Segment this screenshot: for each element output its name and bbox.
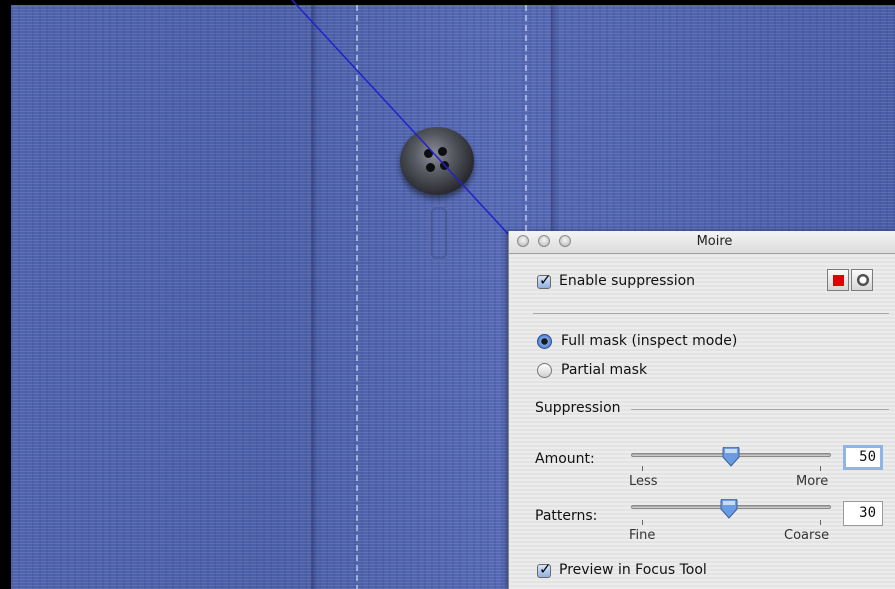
patterns-coarse-label: Coarse bbox=[784, 528, 830, 543]
suppression-group-label: Suppression bbox=[535, 400, 621, 416]
patterns-slider-thumb[interactable] bbox=[720, 499, 738, 519]
moire-palette: Moire ✓ Enable suppression Full mask (in… bbox=[508, 231, 895, 589]
circle-mask-icon bbox=[857, 274, 869, 286]
amount-field[interactable]: 50 bbox=[843, 445, 883, 470]
patterns-field[interactable]: 30 bbox=[843, 501, 883, 526]
group-divider bbox=[631, 409, 889, 410]
patterns-label: Patterns: bbox=[535, 508, 598, 524]
placket-seam-left bbox=[356, 5, 358, 589]
preview-checkbox[interactable]: ✓ bbox=[537, 560, 552, 578]
amount-label: Amount: bbox=[535, 451, 595, 467]
partial-mask-radio[interactable] bbox=[537, 363, 552, 378]
partial-mask-label: Partial mask bbox=[561, 362, 648, 378]
amount-tick-min bbox=[642, 466, 643, 471]
red-mask-button[interactable] bbox=[827, 269, 849, 291]
enable-suppression-checkbox[interactable]: ✓ bbox=[537, 271, 552, 289]
red-square-icon bbox=[833, 275, 844, 286]
amount-more-label: More bbox=[796, 474, 829, 489]
patterns-tick-min bbox=[642, 520, 643, 525]
patterns-fine-label: Fine bbox=[629, 528, 656, 543]
amount-slider-thumb[interactable] bbox=[722, 447, 740, 467]
full-mask-label: Full mask (inspect mode) bbox=[561, 333, 738, 349]
checkmark-icon: ✓ bbox=[539, 271, 552, 289]
buttonhole bbox=[429, 205, 449, 261]
circle-mask-button[interactable] bbox=[851, 269, 873, 291]
divider bbox=[533, 313, 889, 314]
placket-shadow bbox=[311, 5, 319, 589]
checkmark-icon: ✓ bbox=[539, 560, 552, 578]
amount-less-label: Less bbox=[629, 474, 658, 489]
amount-tick-max bbox=[820, 466, 821, 471]
patterns-tick-max bbox=[820, 520, 821, 525]
shirt-button bbox=[400, 127, 474, 195]
enable-suppression-label: Enable suppression bbox=[559, 273, 696, 289]
preview-label: Preview in Focus Tool bbox=[559, 562, 707, 578]
title-bar[interactable]: Moire bbox=[509, 231, 895, 254]
window-title: Moire bbox=[696, 234, 733, 249]
full-mask-radio[interactable] bbox=[537, 334, 552, 349]
